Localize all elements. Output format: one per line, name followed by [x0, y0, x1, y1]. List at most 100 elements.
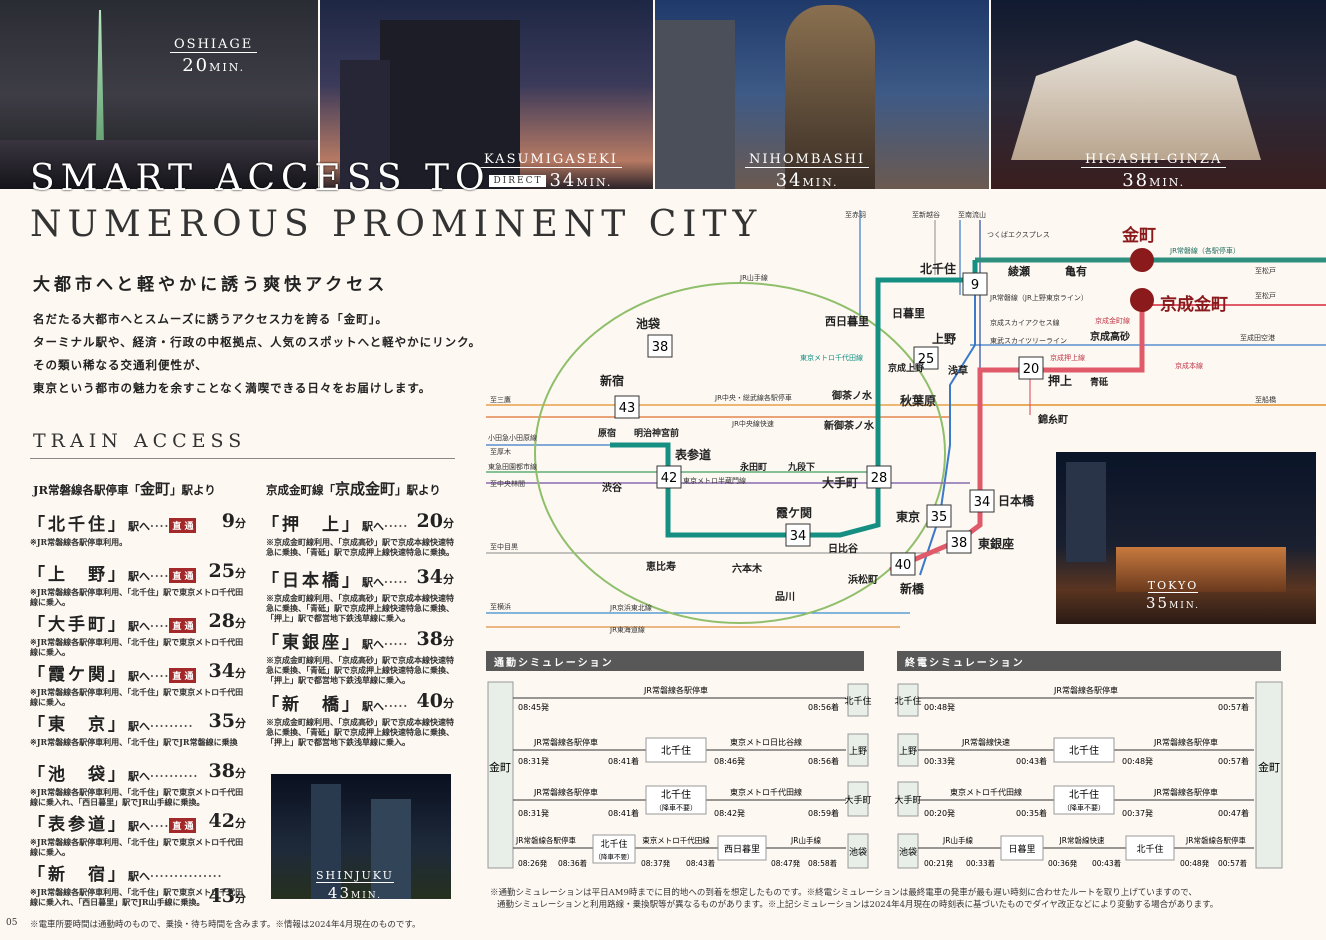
svg-text:六本木: 六本木	[732, 562, 763, 575]
svg-text:東急田園都市線: 東急田園都市線	[488, 462, 537, 471]
svg-text:JR中央線快速: JR中央線快速	[731, 419, 774, 428]
access-row: 「大手町」駅へ···· 直 通 28分	[28, 610, 246, 635]
direct-badge: 直 通	[169, 668, 197, 683]
svg-text:京成上野: 京成上野	[888, 362, 924, 374]
svg-text:至船橋: 至船橋	[1255, 395, 1276, 404]
last-train-row: 池袋 JR山手線 日暮里 JR常磐線快速 北千住 JR常磐線各駅停車 00:21…	[897, 833, 1254, 869]
svg-text:08:26発: 08:26発	[518, 859, 548, 868]
svg-text:08:42発: 08:42発	[714, 809, 745, 818]
svg-text:霞ケ関: 霞ケ関	[776, 506, 812, 520]
simulation-note-2: 通勤シミュレーションと利用路線・乗換駅等が異なるものがあります。※上記シミュレー…	[497, 900, 1219, 910]
svg-text:至松戸: 至松戸	[1255, 291, 1276, 300]
minutes: 34分	[208, 660, 246, 682]
access-row: 「東銀座」駅へ····· 38分	[262, 628, 454, 653]
caption-minutes: 34MIN.	[775, 170, 839, 189]
right-column-head: 京成金町線「京成金町」駅より	[266, 480, 441, 498]
station-name: 「大手町」	[28, 615, 128, 635]
svg-text:表参道: 表参道	[674, 447, 711, 462]
svg-text:JR常磐線各駅停車: JR常磐線各駅停車	[1153, 787, 1218, 797]
svg-text:08:37発: 08:37発	[641, 859, 671, 868]
svg-text:40: 40	[895, 558, 912, 573]
svg-text:JR常磐線（JR上野東京ライン）: JR常磐線（JR上野東京ライン）	[989, 293, 1088, 302]
svg-text:00:47着: 00:47着	[1218, 808, 1249, 818]
commute-title: 通勤シミュレーション	[486, 651, 864, 671]
svg-text:押上: 押上	[1048, 373, 1072, 388]
commute-origin: 金町	[487, 681, 514, 869]
kabukiza-silhouette	[1011, 40, 1261, 160]
station-name: 「新 橋」	[262, 695, 362, 715]
svg-text:JR常磐線各駅停車: JR常磐線各駅停車	[1053, 685, 1118, 695]
caption-minutes: 38MIN.	[1122, 170, 1186, 189]
svg-text:東京メトロ日比谷線: 東京メトロ日比谷線	[730, 737, 802, 747]
svg-text:金町: 金町	[1258, 760, 1280, 774]
access-row: 「上 野」駅へ···· 直 通 25分	[28, 560, 246, 585]
svg-text:JR常磐線各駅停車: JR常磐線各駅停車	[533, 787, 598, 797]
svg-text:京成高砂: 京成高砂	[1090, 330, 1130, 343]
access-note: ※JR常磐線各駅停車利用、「北千住」駅でJR常磐線に乗換	[30, 737, 238, 747]
commute-row: JR常磐線各駅停車 08:45発 08:56着 北千住	[513, 683, 872, 717]
access-note: ※京成金町線利用、「京成高砂」駅で京成本線快速特急に乗換、「青砥」駅で京成押上線…	[266, 717, 454, 747]
minutes: 35分	[208, 710, 246, 732]
svg-text:金町: 金町	[489, 760, 511, 774]
access-row: 「押 上」駅へ····· 20分	[262, 510, 454, 535]
access-row: 「東 京」駅へ········· 35分	[28, 710, 246, 735]
badge-higashi-ginza: 38	[946, 530, 972, 554]
svg-text:JR東海道線: JR東海道線	[609, 625, 645, 634]
svg-text:新橋: 新橋	[900, 581, 925, 596]
access-row: 「北千住」駅へ···· 直 通 9分	[28, 510, 246, 535]
minutes: 28分	[208, 610, 246, 632]
svg-text:08:36着: 08:36着	[558, 858, 587, 868]
svg-text:JR常磐線各駅停車: JR常磐線各駅停車	[515, 835, 576, 845]
svg-text:上野: 上野	[899, 746, 917, 757]
station-name: 「池 袋」	[28, 765, 128, 785]
commute-row: JR常磐線各駅停車 北千住 （降車不要） 東京メトロ千代田線 西日暮里 JR山手…	[513, 833, 869, 869]
svg-text:JR京浜東北線: JR京浜東北線	[609, 603, 652, 612]
svg-text:JR常磐線快速: JR常磐線快速	[1059, 835, 1105, 845]
badge-shimbashi: 40	[890, 552, 916, 576]
svg-text:東京メトロ千代田線: 東京メトロ千代田線	[950, 787, 1022, 797]
direct-badge: 直 通	[169, 618, 197, 633]
svg-text:JR山手線: JR山手線	[942, 835, 973, 845]
access-row: 「新 橋」駅へ····· 40分	[262, 690, 454, 715]
svg-text:（降車不要）: （降車不要）	[1063, 803, 1105, 812]
last-train-row: 北千住 JR常磐線各駅停車 00:48発 00:57着	[894, 683, 1254, 717]
badge-ikebukuro: 38	[647, 334, 673, 358]
svg-text:日比谷: 日比谷	[828, 542, 859, 555]
heading-line1: SMART ACCESS TO	[30, 158, 491, 199]
minutes: 25分	[208, 560, 246, 582]
svg-text:青砥: 青砥	[1090, 376, 1108, 388]
svg-text:（降車不要）: （降車不要）	[595, 852, 634, 861]
svg-text:00:48発: 00:48発	[1180, 859, 1210, 868]
svg-text:つくばエクスプレス: つくばエクスプレス	[987, 230, 1050, 239]
svg-text:（降車不要）: （降車不要）	[655, 803, 697, 812]
intro-line: 東京という都市の魅力を余すことなく満喫できる日々をお届けします。	[33, 381, 432, 395]
svg-text:至赤羽: 至赤羽	[845, 211, 866, 219]
minutes: 40分	[416, 690, 454, 712]
access-note: ※京成金町線利用、「京成高砂」駅で京成本線快速特急に乗換、「青砥」駅で京成押上線…	[266, 655, 454, 685]
svg-text:日本橋: 日本橋	[998, 493, 1035, 508]
svg-text:東京メトロ千代田線: 東京メトロ千代田線	[730, 787, 802, 797]
caption-higashi-ginza: HIGASHI-GINZA 38MIN.	[1081, 148, 1227, 189]
minutes: 9分	[221, 510, 246, 532]
svg-text:00:33着: 00:33着	[966, 858, 995, 868]
svg-text:43: 43	[619, 401, 636, 416]
svg-text:至厚木: 至厚木	[490, 447, 511, 456]
subheading: 大都市へと軽やかに誘う爽快アクセス	[33, 275, 389, 295]
svg-text:北千住: 北千住	[661, 788, 691, 801]
svg-text:00:37発: 00:37発	[1122, 809, 1153, 818]
station-name: 「上 野」	[28, 565, 128, 585]
svg-text:20: 20	[1023, 362, 1040, 377]
svg-text:08:56着: 08:56着	[808, 702, 839, 712]
svg-text:00:48発: 00:48発	[1122, 757, 1153, 766]
svg-text:池袋: 池袋	[899, 846, 917, 858]
commute-row: JR常磐線各駅停車 北千住 （降車不要） 東京メトロ千代田線 08:31発 08…	[513, 781, 872, 818]
divider	[30, 458, 455, 459]
page-number: 05	[6, 918, 18, 928]
minutes: 20分	[416, 510, 454, 532]
access-note: ※JR常磐線各駅停車利用、「北千住」駅で東京メトロ千代田線に乗入れ、「西日暮里」…	[30, 887, 244, 907]
svg-text:34: 34	[790, 529, 807, 544]
caption-shinjuku: SHINJUKU 43MIN.	[316, 864, 394, 899]
svg-text:北千住: 北千住	[1136, 843, 1163, 855]
svg-text:大手町: 大手町	[844, 794, 871, 806]
photo-nihombashi: NIHOMBASHI 34MIN.	[655, 0, 989, 189]
